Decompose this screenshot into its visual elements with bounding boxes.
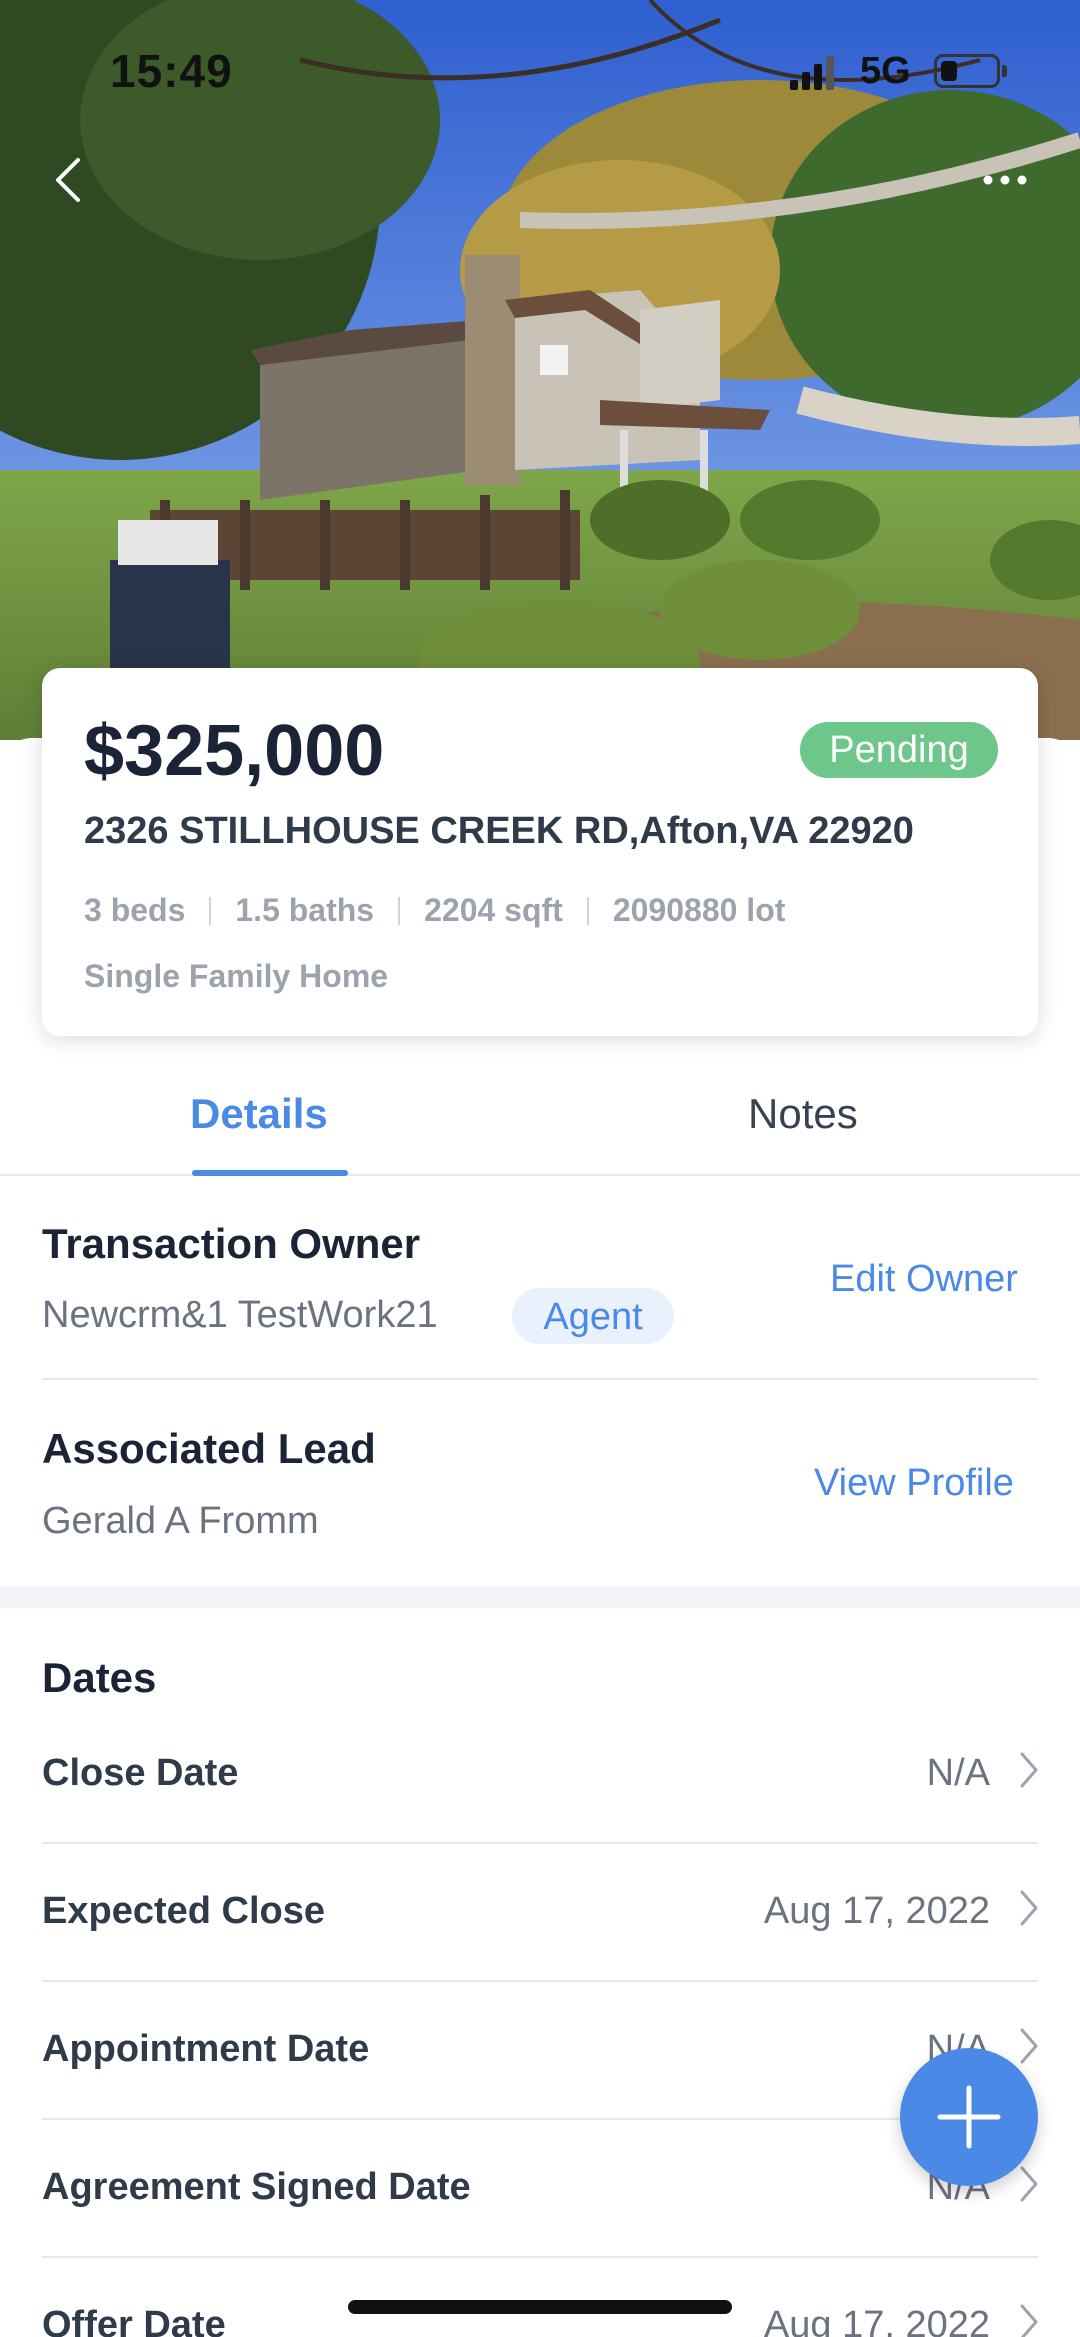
beds-count: 3 beds <box>84 892 186 928</box>
date-label: Close Date <box>42 1752 239 1794</box>
date-row-expected-close[interactable]: Expected Close Aug 17, 2022 <box>0 1844 1080 1982</box>
associated-lead-title: Associated Lead <box>42 1425 376 1472</box>
chevron-right-icon <box>1020 1890 1038 1926</box>
edit-owner-link[interactable]: Edit Owner <box>830 1258 1018 1301</box>
divider <box>398 896 401 925</box>
chevron-right-icon <box>1020 2166 1038 2202</box>
date-label: Offer Date <box>42 2304 226 2337</box>
battery-tip <box>1002 65 1007 77</box>
listing-facts: 3 beds 1.5 baths 2204 sqft 2090880 lot <box>84 892 785 929</box>
divider <box>209 896 212 925</box>
dates-title: Dates <box>42 1654 157 1701</box>
chevron-left-icon <box>56 158 80 202</box>
listing-summary-card: $325,000 Pending 2326 STILLHOUSE CREEK R… <box>42 668 1038 1036</box>
home-type: Single Family Home <box>84 958 389 994</box>
section-separator <box>0 1586 1080 1608</box>
role-badge: Agent <box>512 1288 674 1344</box>
date-row-close-date[interactable]: Close Date N/A <box>0 1706 1080 1844</box>
square-footage: 2204 sqft <box>424 892 563 928</box>
baths-count: 1.5 baths <box>235 892 375 928</box>
home-indicator <box>348 2300 732 2314</box>
view-profile-link[interactable]: View Profile <box>814 1462 1014 1505</box>
listing-address: 2326 STILLHOUSE CREEK RD,Afton,VA 22920 <box>84 810 914 852</box>
date-value: N/A <box>926 1752 990 1794</box>
active-tab-indicator <box>192 1170 348 1176</box>
transaction-owner-title: Transaction Owner <box>42 1220 421 1267</box>
date-label: Appointment Date <box>42 2028 370 2070</box>
tab-notes[interactable]: Notes <box>748 1090 858 1138</box>
more-options-button[interactable] <box>970 160 1040 200</box>
lot-size: 2090880 lot <box>612 892 786 928</box>
owner-name: Newcrm&1 TestWork21 <box>42 1294 438 1336</box>
date-value: Aug 17, 2022 <box>763 2304 990 2337</box>
date-row-offer-date[interactable]: Offer Date Aug 17, 2022 <box>0 2258 1080 2337</box>
network-type: 5G <box>860 50 911 92</box>
listing-price: $325,000 <box>84 711 385 791</box>
chevron-right-icon <box>1020 2304 1038 2337</box>
tab-details[interactable]: Details <box>190 1090 328 1138</box>
status-time: 15:49 <box>110 45 233 97</box>
chevron-right-icon <box>1020 1752 1038 1788</box>
chevron-right-icon <box>1020 2028 1038 2064</box>
signal-icon <box>790 56 834 90</box>
battery-icon <box>934 54 1000 88</box>
add-button[interactable] <box>900 2048 1038 2186</box>
status-bar: 15:49 5G <box>0 0 1080 140</box>
divider <box>586 896 589 925</box>
tab-bar: Details Notes <box>0 1070 1080 1176</box>
status-badge: Pending <box>800 722 998 778</box>
ellipsis-icon <box>983 175 1027 185</box>
lead-name: Gerald A Fromm <box>42 1500 319 1542</box>
date-label: Agreement Signed Date <box>42 2166 471 2208</box>
plus-icon <box>937 2085 1001 2149</box>
date-label: Expected Close <box>42 1890 325 1932</box>
divider <box>42 1378 1038 1380</box>
back-button[interactable] <box>40 150 100 210</box>
date-value: Aug 17, 2022 <box>763 1890 990 1932</box>
